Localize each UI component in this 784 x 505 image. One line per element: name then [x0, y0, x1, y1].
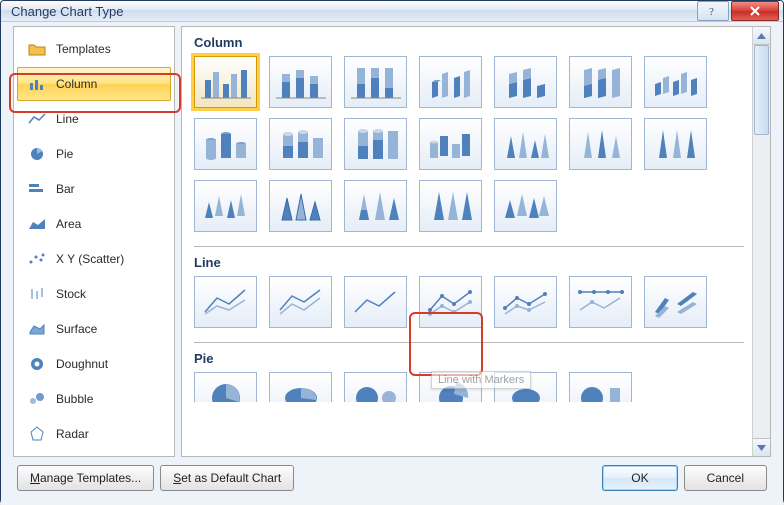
cancel-button[interactable]: Cancel [684, 465, 767, 491]
column-icon [28, 76, 46, 92]
sidebar-item-label: Line [56, 112, 79, 126]
chart-thumb-pie-of-pie[interactable] [344, 372, 407, 402]
sidebar-item-templates[interactable]: Templates [17, 32, 171, 66]
sidebar-item-area[interactable]: Area [17, 207, 171, 241]
chart-thumb-cone-100-stacked[interactable] [644, 118, 707, 170]
close-icon [749, 5, 761, 17]
chart-thumb-clustered-column[interactable] [194, 56, 257, 108]
sidebar-item-line[interactable]: Line [17, 102, 171, 136]
chart-thumb-bar-of-pie[interactable] [569, 372, 632, 402]
chart-thumb-pyramid-100-stacked[interactable] [419, 180, 482, 232]
manage-templates-button[interactable]: Manage Templates... [17, 465, 154, 491]
close-button[interactable] [731, 1, 779, 21]
chart-thumb-3d-100-stacked-column[interactable] [569, 56, 632, 108]
sidebar-item-pie[interactable]: Pie [17, 137, 171, 171]
ok-button[interactable]: OK [602, 465, 677, 491]
sidebar-item-bar[interactable]: Bar [17, 172, 171, 206]
help-icon: ? [707, 5, 719, 17]
chart-thumb-stacked-line[interactable] [269, 276, 332, 328]
sidebar-item-scatter[interactable]: X Y (Scatter) [17, 242, 171, 276]
sidebar-item-label: Column [56, 77, 97, 91]
chart-thumb-100-stacked-line-markers[interactable] [569, 276, 632, 328]
chart-thumb-cylinder-clustered[interactable] [194, 118, 257, 170]
sidebar-item-radar[interactable]: Radar [17, 417, 171, 451]
bubble-icon [28, 391, 46, 407]
sidebar-item-label: X Y (Scatter) [56, 252, 124, 266]
surface-icon [28, 321, 46, 337]
scroll-thumb[interactable] [754, 45, 769, 135]
window-title: Change Chart Type [11, 4, 124, 19]
line-icon [28, 111, 46, 127]
chart-thumb-3d-stacked-column[interactable] [494, 56, 557, 108]
section-heading-column: Column [194, 33, 744, 54]
area-icon [28, 216, 46, 232]
chart-thumb-cone-3d[interactable] [194, 180, 257, 232]
chart-thumb-100-stacked-line[interactable] [344, 276, 407, 328]
sidebar-item-doughnut[interactable]: Doughnut [17, 347, 171, 381]
chart-thumb-pie[interactable] [194, 372, 257, 402]
line-thumbs [194, 274, 744, 338]
chevron-up-icon [757, 33, 766, 39]
column-thumbs [194, 54, 744, 242]
dialog-footer: Manage Templates... Set as Default Chart… [7, 457, 777, 501]
folder-icon [28, 41, 46, 57]
gallery-scrollbar[interactable] [752, 26, 771, 457]
chart-gallery: Column [181, 26, 752, 457]
tooltip-line-with-markers: Line with Markers [431, 371, 531, 389]
chart-thumb-pyramid-3d[interactable] [494, 180, 557, 232]
sidebar-item-label: Bar [56, 182, 75, 196]
sidebar-item-stock[interactable]: Stock [17, 277, 171, 311]
scatter-icon [28, 251, 46, 267]
chart-thumb-stacked-column[interactable] [269, 56, 332, 108]
scroll-track[interactable] [753, 45, 770, 438]
section-heading-line: Line [194, 253, 744, 274]
chart-thumb-cone-clustered[interactable] [494, 118, 557, 170]
svg-text:?: ? [709, 6, 714, 17]
chart-thumb-3d-line[interactable] [644, 276, 707, 328]
radar-icon [28, 426, 46, 442]
sidebar-item-label: Pie [56, 147, 73, 161]
sidebar-item-label: Stock [56, 287, 86, 301]
chart-thumb-stacked-line-markers[interactable] [494, 276, 557, 328]
chart-thumb-100-stacked-column[interactable] [344, 56, 407, 108]
set-default-button[interactable]: Set as Default Chart [160, 465, 294, 491]
sidebar-item-label: Radar [56, 427, 89, 441]
sidebar-item-label: Doughnut [56, 357, 108, 371]
chart-thumb-line[interactable] [194, 276, 257, 328]
chart-thumb-cylinder-100-stacked[interactable] [344, 118, 407, 170]
sidebar-item-column[interactable]: Column [17, 67, 171, 101]
titlebar: Change Chart Type ? [1, 1, 783, 22]
sidebar-item-label: Templates [56, 42, 111, 56]
section-heading-pie: Pie [194, 349, 744, 370]
chart-thumb-pyramid-clustered[interactable] [269, 180, 332, 232]
chart-thumb-cone-stacked[interactable] [569, 118, 632, 170]
sidebar-item-bubble[interactable]: Bubble [17, 382, 171, 416]
chart-category-sidebar: Templates Column Line Pie Bar [13, 26, 175, 457]
change-chart-type-dialog: Change Chart Type ? Templates Column [0, 0, 784, 504]
chart-thumb-pie-3d[interactable] [269, 372, 332, 402]
sidebar-item-label: Area [56, 217, 81, 231]
sidebar-item-label: Surface [56, 322, 97, 336]
chart-thumb-cylinder-stacked[interactable] [269, 118, 332, 170]
sidebar-item-surface[interactable]: Surface [17, 312, 171, 346]
bar-icon [28, 181, 46, 197]
chevron-down-icon [757, 445, 766, 451]
chart-thumb-cylinder-3d[interactable] [419, 118, 482, 170]
doughnut-icon [28, 356, 46, 372]
chart-thumb-3d-column[interactable] [644, 56, 707, 108]
scroll-up-button[interactable] [753, 27, 770, 45]
help-button[interactable]: ? [697, 1, 729, 21]
chart-thumb-line-with-markers[interactable] [419, 276, 482, 328]
sidebar-item-label: Bubble [56, 392, 93, 406]
pie-icon [28, 146, 46, 162]
chart-thumb-3d-clustered-column[interactable] [419, 56, 482, 108]
chart-thumb-pyramid-stacked[interactable] [344, 180, 407, 232]
stock-icon [28, 286, 46, 302]
scroll-down-button[interactable] [753, 438, 770, 456]
